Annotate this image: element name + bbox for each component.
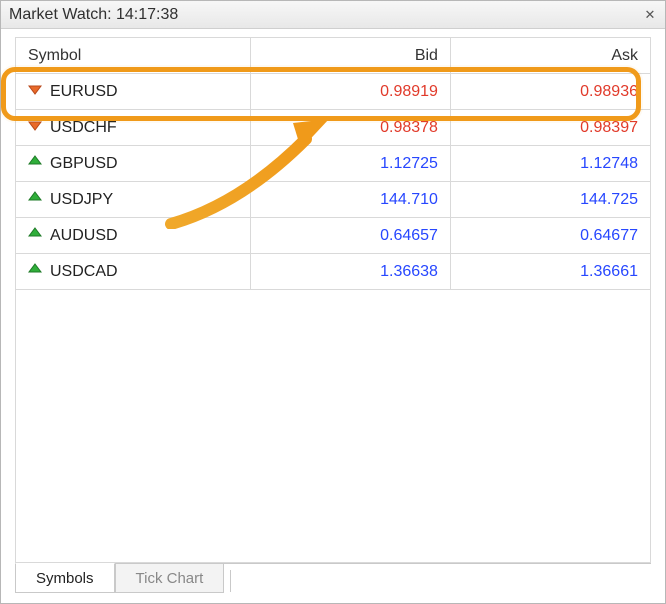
tab-tick-chart-label: Tick Chart	[136, 570, 204, 587]
empty-list-area	[15, 290, 651, 563]
market-watch-window: Market Watch: 14:17:38 ✕ Symbol Bid Ask …	[0, 0, 666, 604]
header-ask[interactable]: Ask	[450, 38, 650, 74]
arrow-up-icon	[28, 262, 42, 281]
ask-cell: 0.98936	[450, 74, 650, 110]
titlebar[interactable]: Market Watch: 14:17:38 ✕	[1, 1, 665, 29]
symbol-label: EURUSD	[50, 83, 118, 101]
table-row[interactable]: GBPUSD 1.127251.12748	[16, 146, 651, 182]
symbol-cell: USDJPY	[16, 182, 251, 218]
market-watch-table: Symbol Bid Ask EURUSD0.989190.98936USDCH…	[15, 37, 651, 290]
symbol-cell: EURUSD	[16, 74, 251, 110]
table-row[interactable]: USDCHF 0.983780.98397	[16, 110, 651, 146]
table-header-row[interactable]: Symbol Bid Ask	[16, 38, 651, 74]
bid-cell: 1.12725	[250, 146, 450, 182]
body-area: Symbol Bid Ask EURUSD0.989190.98936USDCH…	[1, 29, 665, 563]
header-symbol[interactable]: Symbol	[16, 38, 251, 74]
tab-symbols[interactable]: Symbols	[15, 563, 115, 593]
symbol-cell: GBPUSD	[16, 146, 251, 182]
symbol-cell: USDCHF	[16, 110, 251, 146]
table-row[interactable]: EURUSD 0.989190.98936	[16, 74, 651, 110]
arrow-up-icon	[28, 226, 42, 245]
table-row[interactable]: USDCAD 1.366381.36661	[16, 254, 651, 290]
symbol-label: USDCAD	[50, 263, 118, 281]
window-title: Market Watch: 14:17:38	[9, 6, 178, 24]
symbol-label: USDJPY	[50, 191, 113, 209]
ask-cell: 0.98397	[450, 110, 650, 146]
tab-tick-chart[interactable]: Tick Chart	[115, 563, 225, 593]
tab-separator	[230, 570, 231, 592]
tab-bar: Symbols Tick Chart	[15, 563, 651, 597]
symbol-label: USDCHF	[50, 119, 117, 137]
symbol-label: AUDUSD	[50, 227, 118, 245]
bid-cell: 144.710	[250, 182, 450, 218]
arrow-up-icon	[28, 154, 42, 173]
arrow-down-icon	[28, 82, 42, 101]
tab-symbols-label: Symbols	[36, 570, 94, 587]
ask-cell: 1.36661	[450, 254, 650, 290]
arrow-down-icon	[28, 118, 42, 137]
bid-cell: 0.64657	[250, 218, 450, 254]
close-icon[interactable]: ✕	[641, 6, 659, 24]
symbol-cell: USDCAD	[16, 254, 251, 290]
header-bid[interactable]: Bid	[250, 38, 450, 74]
arrow-up-icon	[28, 190, 42, 209]
symbol-cell: AUDUSD	[16, 218, 251, 254]
ask-cell: 0.64677	[450, 218, 650, 254]
bid-cell: 0.98919	[250, 74, 450, 110]
bid-cell: 0.98378	[250, 110, 450, 146]
table-row[interactable]: AUDUSD 0.646570.64677	[16, 218, 651, 254]
ask-cell: 144.725	[450, 182, 650, 218]
symbol-label: GBPUSD	[50, 155, 118, 173]
table-row[interactable]: USDJPY 144.710144.725	[16, 182, 651, 218]
bid-cell: 1.36638	[250, 254, 450, 290]
ask-cell: 1.12748	[450, 146, 650, 182]
